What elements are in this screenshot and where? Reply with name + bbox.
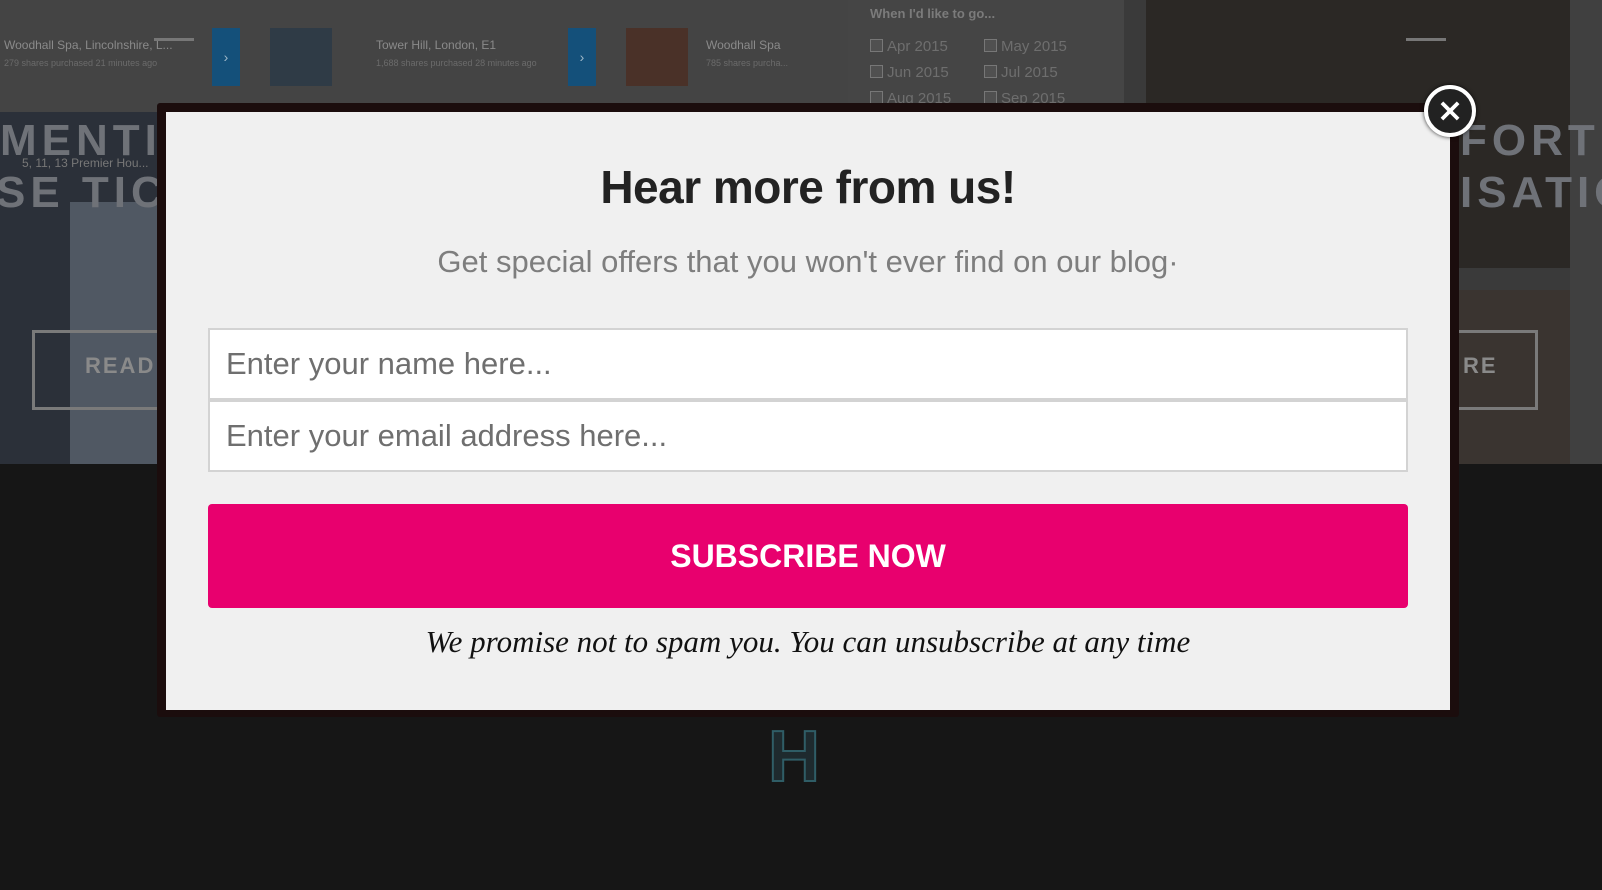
- ticker-detail: 279 shares purchased 21 minutes ago: [4, 58, 158, 68]
- page: Woodhall Spa, Lincolnshire, L... 279 sha…: [0, 0, 1602, 890]
- right-heading: FORT: [1460, 116, 1600, 165]
- filter-option[interactable]: Apr 2015: [870, 38, 948, 55]
- right-heading: ISATIO: [1460, 168, 1602, 217]
- name-input[interactable]: [208, 328, 1408, 400]
- modal-title: Hear more from us!: [600, 161, 1016, 213]
- checkbox[interactable]: [870, 65, 883, 78]
- filter-option[interactable]: Jul 2015: [984, 64, 1058, 81]
- date-filter: When I'd like to go... Apr 2015 May 2015…: [848, 0, 1124, 112]
- checkbox[interactable]: [870, 39, 883, 52]
- ticker-item: Woodhall Spa, Lincolnshire, L... 279 sha…: [4, 38, 173, 68]
- purchase-ticker: Woodhall Spa, Lincolnshire, L... 279 sha…: [0, 0, 848, 112]
- slider-indicator: [1406, 38, 1446, 41]
- ticker-thumbnail: [270, 28, 332, 86]
- subscribe-modal: Hear more from us! Get special offers th…: [166, 112, 1450, 710]
- no-spam-notice: We promise not to spam you. You can unsu…: [425, 624, 1191, 659]
- ticker-detail: 785 shares purcha...: [706, 58, 789, 68]
- ticker-thumbnail: [626, 28, 688, 86]
- checkbox[interactable]: [984, 39, 997, 52]
- filter-title: When I'd like to go...: [870, 6, 996, 21]
- ticker-next-arrow[interactable]: ›: [212, 28, 240, 86]
- filter-option[interactable]: Jun 2015: [870, 64, 949, 81]
- ticker-location: Woodhall Spa, Lincolnshire, L...: [4, 38, 173, 52]
- ticker-detail: 1,688 shares purchased 28 minutes ago: [376, 58, 537, 68]
- ticker-location: Woodhall Spa: [706, 38, 781, 52]
- filter-option[interactable]: May 2015: [984, 38, 1067, 55]
- ticker-location: Tower Hill, London, E1: [376, 38, 497, 52]
- slider-indicator: [154, 38, 194, 41]
- modal-subtitle: Get special offers that you won't ever f…: [437, 244, 1179, 279]
- close-icon[interactable]: ×: [1424, 85, 1476, 137]
- ticker-next-arrow[interactable]: ›: [568, 28, 596, 86]
- ticker-item: Woodhall Spa 785 shares purcha...: [706, 38, 788, 68]
- site-logo: H: [767, 716, 821, 798]
- ticker-item: Tower Hill, London, E1 1,688 shares purc…: [376, 38, 537, 68]
- checkbox[interactable]: [984, 65, 997, 78]
- email-input[interactable]: [208, 400, 1408, 472]
- subscribe-button[interactable]: SUBSCRIBE NOW: [208, 504, 1408, 608]
- side-panel: [1570, 0, 1602, 464]
